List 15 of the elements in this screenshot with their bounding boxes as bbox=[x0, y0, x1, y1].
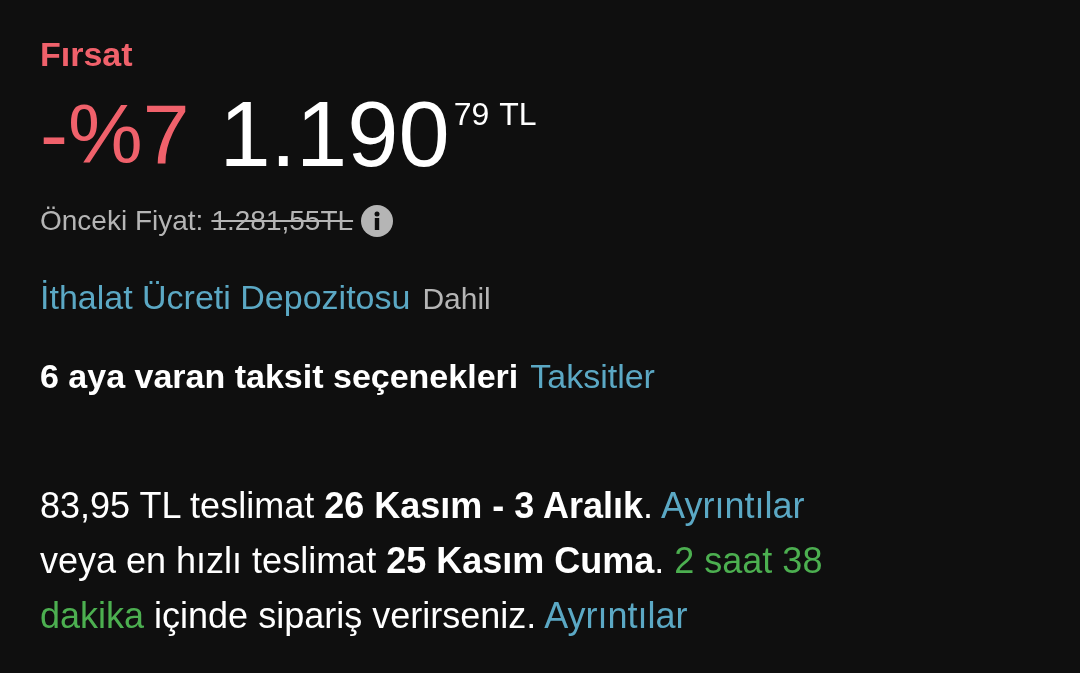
installments-link[interactable]: Taksitler bbox=[530, 351, 655, 402]
deal-label: Fırsat bbox=[40, 34, 134, 75]
price-fraction: 79 bbox=[453, 95, 490, 134]
discount-percent: -%7 bbox=[40, 86, 190, 183]
delivery-info: 83,95 TL teslimat 26 Kasım - 3 Aralık. Ayrıntılar veya en hızlı teslimat 25 Kasım Cuma. 2 saat 38 dakika içinde sipariş verirseniz. Ayrıntılar bbox=[40, 484, 824, 638]
import-fee-link[interactable]: İthalat Ücreti Depozitosu bbox=[40, 272, 411, 323]
details-link[interactable]: Ayrıntılar bbox=[661, 485, 805, 526]
previous-price-label: Önceki Fiyat: bbox=[40, 204, 204, 238]
import-fee-note: Dahil bbox=[422, 281, 491, 317]
previous-price: 1.281,55TL bbox=[211, 204, 354, 238]
installments-text: 6 aya varan taksit seçenekleri bbox=[40, 356, 519, 397]
info-icon[interactable] bbox=[361, 205, 394, 237]
price: 1.190 bbox=[219, 84, 450, 184]
currency: TL bbox=[499, 95, 537, 134]
details-link[interactable]: Ayrıntılar bbox=[544, 595, 688, 636]
